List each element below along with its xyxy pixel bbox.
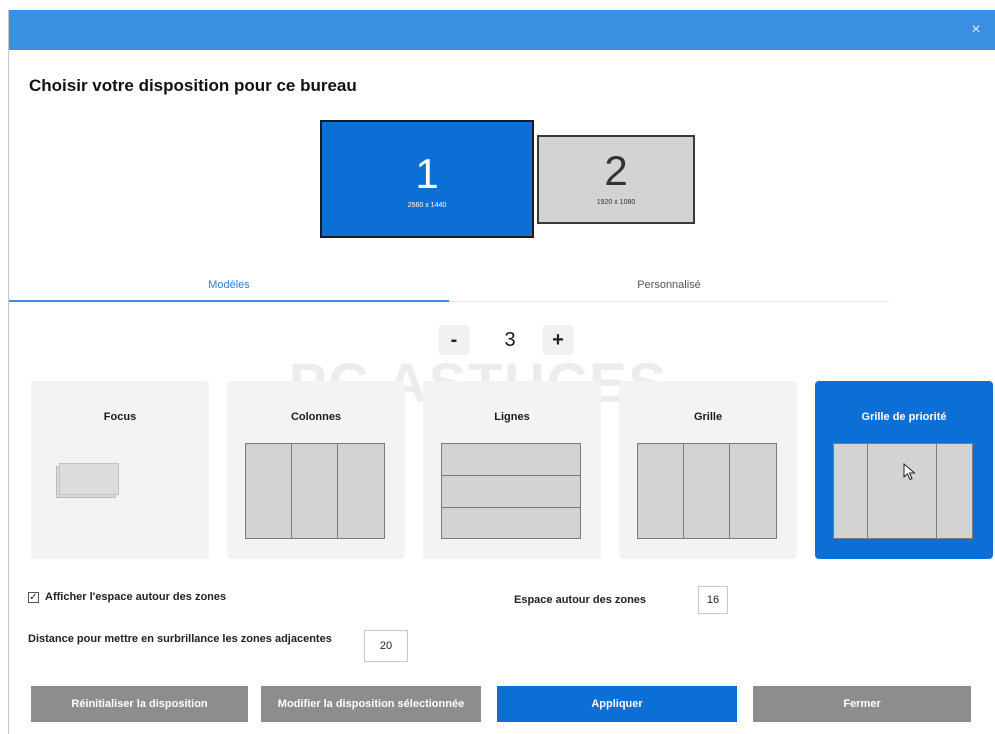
layout-preview [637, 443, 777, 539]
space-around-input[interactable]: 16 [698, 586, 728, 614]
mouse-pointer-icon [903, 463, 916, 481]
zone [833, 443, 868, 539]
monitor-resolution: 1920 x 1080 [596, 199, 636, 206]
focus-zone-front [59, 463, 119, 495]
monitor-1[interactable]: 1 2560 x 1440 [320, 120, 534, 238]
title-bar[interactable]: × [9, 10, 995, 50]
reset-layout-button[interactable]: Réinitialiser la disposition [31, 686, 248, 722]
monitor-number: 2 [604, 147, 628, 194]
monitor-2[interactable]: 2 1920 x 1080 [537, 135, 695, 224]
zone [683, 443, 730, 539]
highlight-distance-text: Distance pour mettre en surbrillance les… [28, 633, 332, 645]
layout-preview [245, 443, 385, 539]
zone [291, 443, 338, 539]
highlight-distance-label: Distance pour mettre en surbrillance les… [28, 630, 368, 648]
layout-card-label: Grille [693, 411, 723, 423]
space-around-label: Espace autour des zones [514, 594, 647, 606]
monitor-number: 1 [415, 150, 439, 197]
zone [245, 443, 292, 539]
zone [441, 507, 581, 539]
zone [729, 443, 777, 539]
zone [867, 443, 937, 539]
edit-layout-button[interactable]: Modifier la disposition sélectionnée [261, 686, 481, 722]
zone [337, 443, 385, 539]
tab-models[interactable]: Modèles [9, 275, 449, 302]
layout-card-label: Grille de priorité [861, 411, 947, 423]
show-space-label: Afficher l'espace autour des zones [45, 591, 227, 603]
monitor-resolution: 2560 x 1440 [407, 202, 447, 209]
layout-card-rows[interactable]: Lignes [423, 381, 601, 559]
layout-card-label: Colonnes [290, 411, 342, 423]
close-icon[interactable]: × [966, 20, 986, 40]
tab-custom[interactable]: Personnalisé [449, 275, 889, 300]
layout-card-columns[interactable]: Colonnes [227, 381, 405, 559]
show-space-checkbox[interactable]: ✓ [28, 592, 39, 603]
layout-preview [833, 443, 973, 539]
layout-tabs: Modèles Personnalisé [9, 275, 889, 302]
zone [441, 475, 581, 508]
layout-preview [441, 443, 581, 539]
apply-button[interactable]: Appliquer [497, 686, 737, 722]
highlight-distance-input[interactable]: 20 [364, 630, 408, 662]
zone [936, 443, 973, 539]
layout-card-grid[interactable]: Grille [619, 381, 797, 559]
zone [441, 443, 581, 476]
zone [637, 443, 684, 539]
layout-card-priority-grid[interactable]: Grille de priorité [815, 381, 993, 559]
layout-card-focus[interactable]: Focus [31, 381, 209, 559]
layout-card-label: Focus [103, 411, 137, 423]
fancyzones-editor-window: × Choisir votre disposition pour ce bure… [8, 10, 995, 734]
close-button[interactable]: Fermer [753, 686, 971, 722]
page-title: Choisir votre disposition pour ce bureau [29, 76, 357, 95]
layout-card-label: Lignes [494, 411, 530, 423]
